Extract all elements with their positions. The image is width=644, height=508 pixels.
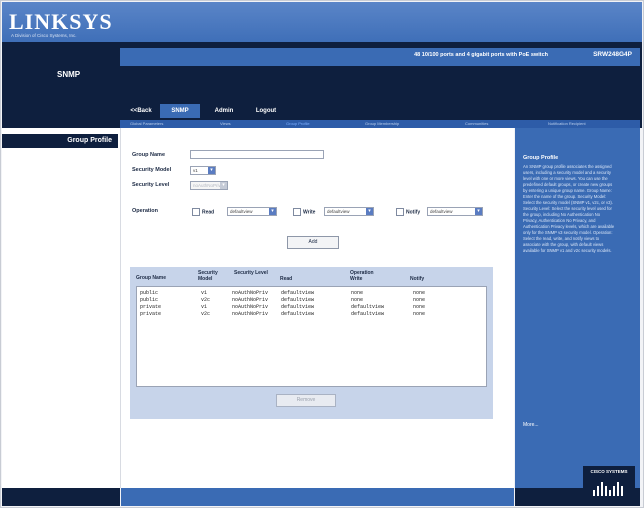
write-cell: none: [351, 297, 364, 303]
help-body: An SNMP group profile associates the ass…: [523, 164, 615, 253]
chevron-down-icon: ▾: [366, 208, 373, 215]
notify-view-value: defaultview: [430, 209, 453, 214]
table-row[interactable]: private v1 noAuthNoPriv defaultview defa…: [137, 304, 486, 311]
footer-middle: [121, 488, 514, 506]
table-row[interactable]: private v2c noAuthNoPriv defaultview def…: [137, 311, 486, 318]
read-view-select[interactable]: defaultview ▾: [227, 207, 277, 216]
subtab-views[interactable]: Views: [220, 121, 231, 126]
security-model-cell: v2c: [201, 297, 211, 303]
write-checkbox[interactable]: [293, 208, 301, 216]
table-row[interactable]: public v2c noAuthNoPriv defaultview none…: [137, 297, 486, 304]
model-code: SRW248G4P: [593, 51, 632, 58]
read-label: Read: [202, 209, 215, 216]
tab-snmp[interactable]: SNMP: [160, 104, 200, 118]
subtab-global-parameters[interactable]: Global Parameters: [130, 121, 163, 126]
group-name-label: Group Name: [132, 152, 166, 158]
col-notify: Notify: [410, 276, 425, 282]
main-content: Group Name Security Model v1 ▾ Security …: [121, 128, 514, 488]
notify-option: Notify: [396, 208, 420, 216]
subtab-communities[interactable]: Communities: [465, 121, 488, 126]
tab-logout[interactable]: Logout: [246, 104, 286, 118]
chevron-down-icon: ▾: [269, 208, 276, 215]
security-model-cell: v2c: [201, 311, 211, 317]
group-name-cell: private: [140, 304, 162, 310]
security-model-cell: v1: [201, 290, 208, 296]
notify-view-select[interactable]: defaultview ▾: [427, 207, 483, 216]
write-cell: defaultview: [351, 311, 385, 317]
notify-cell: none: [413, 290, 426, 296]
add-button[interactable]: Add: [287, 236, 339, 249]
security-level-cell: noAuthNoPriv: [232, 304, 269, 310]
cisco-wordmark: CISCO SYSTEMS: [590, 469, 628, 474]
write-label: Write: [303, 209, 316, 216]
help-panel: Group Profile An SNMP group profile asso…: [515, 128, 640, 488]
security-level-cell: noAuthNoPriv: [232, 290, 269, 296]
footer-left: [2, 488, 120, 506]
write-cell: none: [351, 290, 364, 296]
read-cell: defaultview: [281, 304, 315, 310]
sub-tabs: Global Parameters Views Group Profile Gr…: [120, 120, 640, 128]
section-title: SNMP: [57, 70, 81, 79]
model-bar: 48 10/100 ports and 4 gigabit ports with…: [120, 48, 640, 66]
page-title: Group Profile: [2, 134, 118, 148]
group-name-cell: private: [140, 311, 162, 317]
group-name-cell: public: [140, 297, 159, 303]
group-name-input[interactable]: [190, 150, 324, 159]
operation-label: Operation: [132, 208, 158, 214]
security-model-value: v1: [193, 168, 198, 173]
security-level-label: Security Level: [132, 182, 170, 188]
write-cell: defaultview: [351, 304, 385, 310]
chevron-down-icon: ▾: [208, 167, 215, 174]
col-write: Write: [350, 276, 363, 282]
notify-cell: none: [413, 297, 426, 303]
tab-admin[interactable]: Admin: [204, 104, 244, 118]
read-cell: defaultview: [281, 290, 315, 296]
logo-subtitle: A Division of Cisco Systems, Inc.: [11, 33, 77, 38]
left-column: Group Profile: [2, 128, 121, 488]
cisco-logo: CISCO SYSTEMS: [583, 466, 635, 500]
security-model-cell: v1: [201, 304, 208, 310]
help-title: Group Profile: [523, 155, 559, 161]
read-cell: defaultview: [281, 311, 315, 317]
chevron-down-icon: ▾: [220, 182, 227, 189]
col-group-name: Group Name: [136, 275, 167, 281]
write-view-select[interactable]: defaultview ▾: [324, 207, 374, 216]
group-list[interactable]: public v1 noAuthNoPriv defaultview none …: [136, 286, 487, 387]
table-row[interactable]: public v1 noAuthNoPriv defaultview none …: [137, 290, 486, 297]
col-security-model: Security Model: [198, 270, 218, 282]
write-view-value: defaultview: [327, 209, 350, 214]
subtab-group-membership[interactable]: Group Membership: [365, 121, 399, 126]
read-view-value: defaultview: [230, 209, 253, 214]
subtab-group-profile[interactable]: Group Profile: [286, 121, 310, 126]
security-level-select[interactable]: noAuthNoPriv ▾: [190, 181, 228, 190]
read-cell: defaultview: [281, 297, 315, 303]
remove-button[interactable]: Remove: [276, 394, 336, 407]
security-level-cell: noAuthNoPriv: [232, 297, 269, 303]
read-option: Read: [192, 208, 214, 216]
top-header: LINKSYS A Division of Cisco Systems, Inc…: [2, 2, 642, 42]
security-model-label: Security Model: [132, 167, 172, 173]
security-model-select[interactable]: v1 ▾: [190, 166, 216, 175]
security-level-value: noAuthNoPriv: [193, 183, 221, 188]
group-table-panel: Group Name Security Model Security Level…: [130, 267, 493, 419]
chevron-down-icon: ▾: [475, 208, 482, 215]
cisco-bridge-icon: [593, 482, 623, 496]
linksys-logo: LINKSYS: [9, 9, 113, 34]
col-security-level: Security Level: [234, 270, 268, 276]
notify-label: Notify: [406, 209, 421, 216]
col-read: Read: [280, 276, 293, 282]
group-name-cell: public: [140, 290, 159, 296]
more-link[interactable]: More...: [523, 422, 539, 428]
notify-cell: none: [413, 304, 426, 310]
subtab-notification-recipient[interactable]: Notification Recipient: [548, 121, 586, 126]
security-level-cell: noAuthNoPriv: [232, 311, 269, 317]
tab-back[interactable]: <<Back: [126, 104, 156, 118]
notify-checkbox[interactable]: [396, 208, 404, 216]
read-checkbox[interactable]: [192, 208, 200, 216]
notify-cell: none: [413, 311, 426, 317]
write-option: Write: [293, 208, 315, 216]
model-description: 48 10/100 ports and 4 gigabit ports with…: [414, 52, 548, 58]
